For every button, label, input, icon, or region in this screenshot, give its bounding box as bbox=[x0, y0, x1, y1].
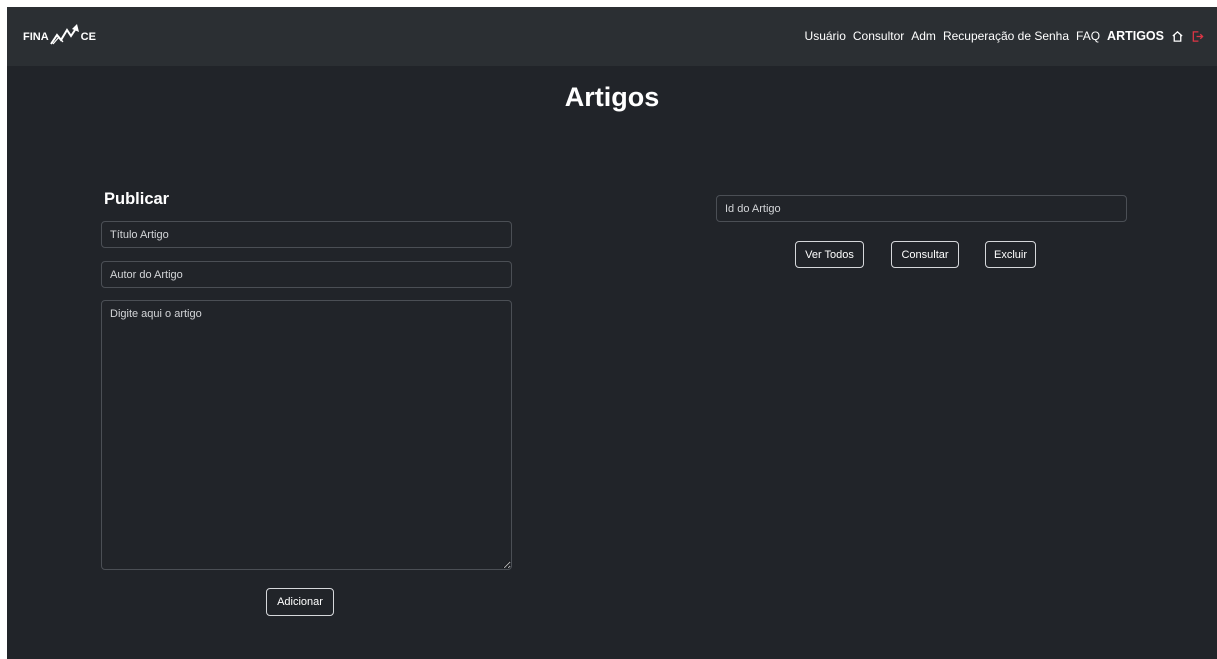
add-article-button[interactable]: Adicionar bbox=[266, 588, 334, 616]
page-title: Artigos bbox=[564, 82, 660, 112]
article-title-input[interactable] bbox=[101, 221, 512, 248]
nav-link-adm[interactable]: Adm bbox=[911, 29, 936, 43]
nav-link-faq[interactable]: FAQ bbox=[1076, 29, 1100, 43]
logout-icon[interactable] bbox=[1191, 30, 1204, 43]
nav-link-recuperacao-senha[interactable]: Recuperação de Senha bbox=[943, 29, 1069, 43]
brand-logo[interactable]: FINA CE bbox=[23, 23, 96, 51]
app-frame: FINA CE Usuário Consultor Adm Recuperaçã… bbox=[7, 7, 1217, 659]
article-author-input[interactable] bbox=[101, 261, 512, 288]
article-id-input[interactable] bbox=[716, 195, 1127, 222]
article-body-textarea[interactable] bbox=[101, 300, 512, 570]
logo-text-left: FINA bbox=[23, 31, 49, 43]
home-icon[interactable] bbox=[1171, 30, 1184, 43]
nav-links: Usuário Consultor Adm Recuperação de Sen… bbox=[805, 29, 1204, 43]
navbar: FINA CE Usuário Consultor Adm Recuperaçã… bbox=[7, 7, 1217, 66]
publish-heading: Publicar bbox=[104, 190, 170, 208]
nav-link-consultor[interactable]: Consultor bbox=[853, 29, 904, 43]
delete-button[interactable]: Excluir bbox=[985, 241, 1036, 268]
trend-arrow-icon bbox=[49, 23, 80, 51]
logo-text-right: CE bbox=[80, 31, 96, 43]
view-all-button[interactable]: Ver Todos bbox=[795, 241, 864, 268]
nav-link-usuario[interactable]: Usuário bbox=[805, 29, 846, 43]
nav-link-artigos[interactable]: ARTIGOS bbox=[1107, 29, 1164, 43]
consult-button[interactable]: Consultar bbox=[891, 241, 959, 268]
